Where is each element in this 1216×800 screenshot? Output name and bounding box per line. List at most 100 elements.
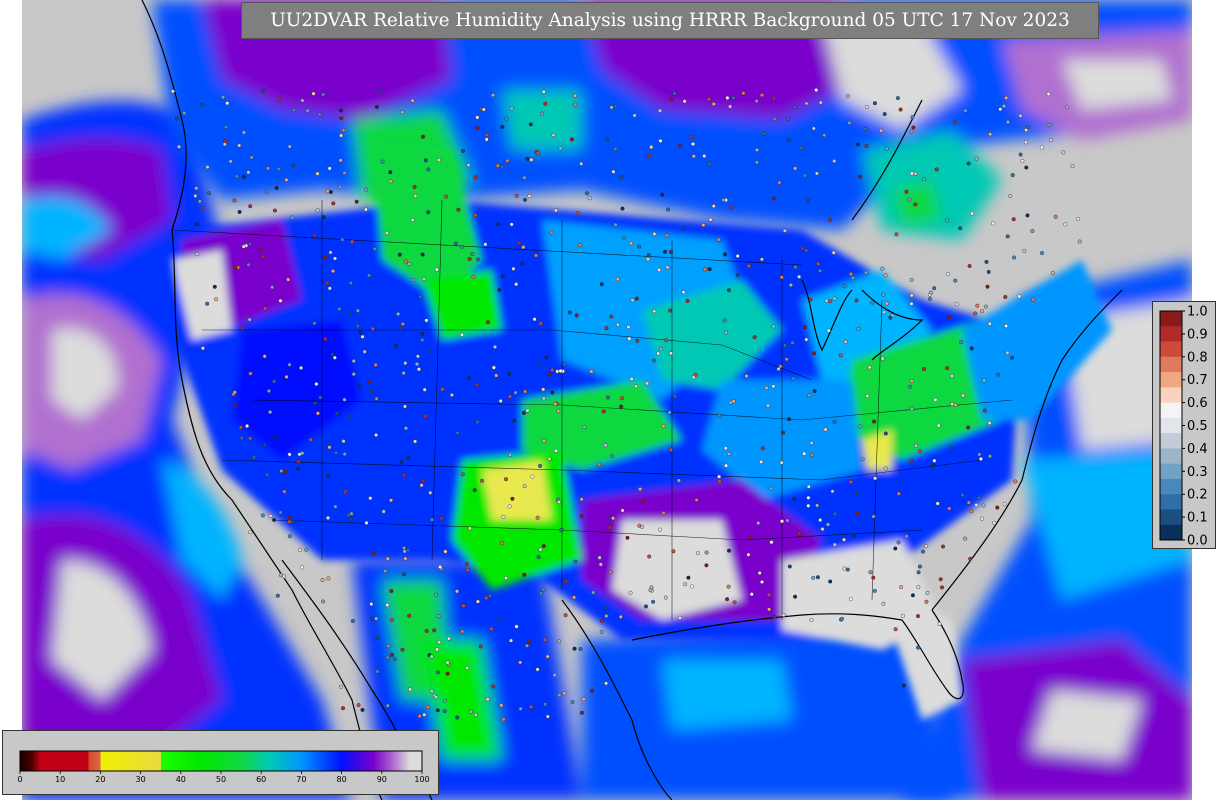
station-marker: [214, 297, 219, 302]
station-marker: [265, 472, 270, 477]
station-marker: [415, 362, 420, 367]
map-canvas: [22, 0, 1192, 800]
station-marker: [704, 563, 709, 568]
station-marker: [581, 697, 586, 702]
station-marker: [904, 534, 909, 539]
station-marker: [984, 259, 989, 264]
station-marker: [385, 655, 390, 660]
station-marker: [338, 108, 343, 113]
station-marker: [370, 326, 375, 331]
station-marker: [893, 627, 898, 632]
station-marker: [360, 334, 365, 339]
station-marker: [200, 206, 205, 211]
station-marker: [327, 445, 332, 450]
station-marker: [493, 344, 498, 349]
station-marker: [334, 411, 339, 416]
station-marker: [755, 147, 760, 152]
station-marker: [771, 196, 776, 201]
station-marker: [514, 282, 519, 287]
station-marker: [585, 191, 590, 196]
station-marker: [726, 451, 731, 456]
station-marker: [406, 456, 411, 461]
station-marker: [338, 158, 343, 163]
station-marker: [982, 378, 987, 383]
station-marker: [404, 426, 409, 431]
station-marker: [973, 311, 978, 316]
station-marker: [429, 517, 434, 522]
station-marker: [436, 157, 441, 162]
station-marker: [500, 124, 505, 129]
station-marker: [815, 575, 820, 580]
station-marker: [882, 112, 887, 117]
station-marker: [237, 143, 242, 148]
station-marker: [538, 321, 543, 326]
station-marker: [465, 666, 470, 671]
station-marker: [845, 93, 850, 98]
station-marker: [967, 264, 972, 269]
station-marker: [746, 552, 751, 557]
station-marker: [932, 458, 937, 463]
station-marker: [678, 143, 683, 148]
station-marker: [332, 355, 337, 360]
station-marker: [541, 89, 546, 94]
station-marker: [832, 542, 837, 547]
station-marker: [1022, 248, 1027, 253]
station-marker: [969, 346, 974, 351]
station-marker: [320, 578, 325, 583]
station-marker: [974, 503, 979, 508]
station-marker: [348, 281, 353, 286]
station-marker: [232, 402, 237, 407]
station-marker: [367, 273, 372, 278]
station-marker: [1063, 222, 1068, 227]
station-marker: [726, 584, 731, 589]
score-legend-swatch: [1160, 494, 1182, 510]
station-marker: [760, 446, 765, 451]
station-marker: [871, 514, 876, 519]
station-marker: [937, 621, 942, 626]
station-marker: [1005, 234, 1010, 239]
station-marker: [793, 166, 798, 171]
station-marker: [339, 684, 344, 689]
station-marker: [757, 571, 762, 576]
station-marker: [315, 171, 320, 176]
station-marker: [966, 500, 971, 505]
station-marker: [630, 298, 635, 303]
station-marker: [308, 437, 313, 442]
station-marker: [393, 343, 398, 348]
station-marker: [471, 275, 476, 280]
station-marker: [373, 362, 378, 367]
station-marker: [432, 628, 437, 633]
station-marker: [333, 504, 338, 509]
score-legend-label: 0.2: [1187, 488, 1208, 503]
station-marker: [779, 275, 784, 280]
station-marker: [579, 710, 584, 715]
rh-colorbar-tick-label: 80: [337, 775, 347, 784]
station-marker: [475, 126, 480, 131]
station-marker: [268, 513, 273, 518]
station-marker: [261, 88, 266, 93]
station-marker: [536, 555, 541, 560]
station-marker: [812, 389, 817, 394]
station-marker: [752, 335, 757, 340]
station-marker: [389, 617, 394, 622]
station-marker: [691, 141, 696, 146]
station-marker: [419, 483, 424, 488]
station-marker: [991, 221, 996, 226]
station-marker: [460, 629, 465, 634]
station-marker: [388, 170, 393, 175]
station-marker: [731, 95, 736, 100]
station-marker: [807, 393, 812, 398]
station-marker: [587, 196, 592, 201]
station-marker: [671, 549, 676, 554]
station-marker: [604, 614, 609, 619]
station-marker: [668, 308, 673, 313]
station-marker: [273, 435, 278, 440]
score-legend-label: 0.0: [1187, 534, 1208, 549]
score-legend-label: 0.1: [1187, 511, 1208, 526]
station-marker: [933, 397, 938, 402]
station-marker: [318, 395, 323, 400]
station-marker: [200, 346, 205, 351]
station-marker: [543, 101, 548, 106]
station-marker: [914, 443, 919, 448]
score-legend-swatch: [1160, 433, 1182, 449]
